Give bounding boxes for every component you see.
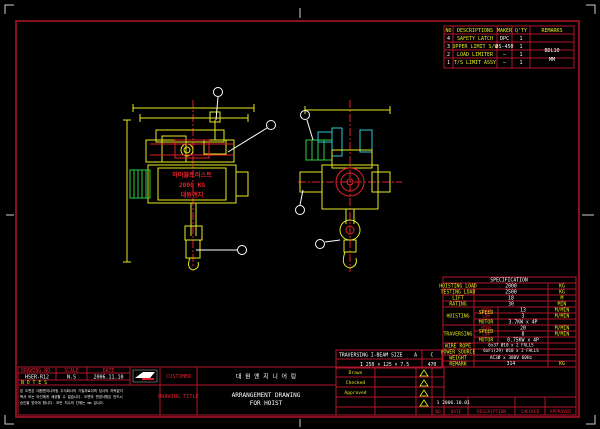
rev-date: 2006.10.01 bbox=[442, 400, 470, 406]
parts-row-remarks: MM bbox=[549, 57, 555, 63]
parts-header-remarks: REMARKS bbox=[541, 28, 562, 34]
spec-wire-rope-label: WIRE ROPE bbox=[445, 344, 471, 350]
parts-row-no: 1 bbox=[447, 60, 450, 66]
spec-weight-value: 314 bbox=[507, 361, 516, 367]
spec-row-unit: M bbox=[561, 296, 564, 302]
rev-header-date: DATE bbox=[451, 409, 462, 415]
spec-power-label: POWER SOURCE bbox=[441, 350, 476, 356]
spec-row-value: 2000 bbox=[505, 284, 517, 290]
spec-row-label: TESTING LOAD bbox=[441, 290, 476, 296]
rev-header-approved: APPROVED bbox=[550, 409, 572, 415]
company-logo bbox=[132, 369, 158, 383]
parts-row-maker: — bbox=[503, 52, 507, 58]
parts-list: NO DESCRIPTIONS MAKER Q'TY REMARKS 4 SAF… bbox=[443, 25, 575, 69]
hoist-label-line2: 2000 KG bbox=[179, 182, 205, 189]
rev-header-description: DESCRIPTION bbox=[477, 409, 506, 415]
note-line: 본 도면은 대원엔지니어링 주식회사의 기밀자료이며 당사의 허락없이 bbox=[20, 388, 123, 393]
hoist-label-line1: 하이블트러스트 bbox=[172, 171, 212, 179]
cad-drawing: NO DESCRIPTIONS MAKER Q'TY REMARKS 4 SAF… bbox=[4, 4, 596, 427]
parts-row-maker: DS-450 bbox=[495, 44, 513, 50]
spec-table: SPECIFICATION HOISTING LOAD 2000 KG TEST… bbox=[439, 276, 577, 368]
spec-hoisting-motor-value: 3.7KW x 4P bbox=[509, 320, 538, 326]
parts-header-qty: Q'TY bbox=[515, 28, 527, 34]
note-line: 승인을 받아야 합니다. 모든 치수의 단위는 mm 입니다. bbox=[20, 400, 105, 405]
date-label: DATE bbox=[103, 368, 115, 374]
spec-traversing-value: 8 bbox=[522, 332, 525, 338]
spec-traversing-group: TRAVERSING bbox=[444, 332, 473, 338]
parts-header-desc: DESCRIPTIONS bbox=[457, 28, 493, 34]
parts-row-maker: DPC bbox=[500, 36, 509, 42]
parts-row-remarks: BDL10 bbox=[544, 48, 559, 54]
traversing-note-text: TRAVERSING I-BEAM SIZE bbox=[339, 353, 403, 359]
hoist-side-view bbox=[295, 100, 402, 272]
traversing-note: TRAVERSING I-BEAM SIZE I 250 × 125 × 7.5… bbox=[335, 349, 443, 369]
spec-row-label: RATING bbox=[449, 302, 466, 308]
drawing-title-label: DRAWING TITLE bbox=[158, 394, 199, 400]
parts-row-no: 2 bbox=[447, 52, 450, 58]
traversing-note-dim1: A bbox=[414, 353, 417, 359]
spec-row-label: LIFT bbox=[452, 296, 464, 302]
parts-row-qty: 1 bbox=[519, 60, 522, 66]
title-line1: ARRANGEMENT DRAWING bbox=[232, 392, 301, 399]
drawing-no: HSER-R12 bbox=[25, 375, 49, 381]
company-name: 대 원 엔 지 니 어 링 bbox=[236, 373, 296, 381]
spec-hoisting-unit: M/MIN bbox=[555, 308, 570, 314]
approval-approved: Approved bbox=[344, 390, 366, 396]
parts-row-qty: 1 bbox=[519, 52, 522, 58]
scale: N.S bbox=[67, 375, 76, 381]
rev-header-no: NO bbox=[435, 409, 441, 415]
spec-traversing-unit: M/MIN bbox=[555, 332, 570, 338]
parts-row-desc: T/S LIMIT ASSY bbox=[454, 60, 496, 66]
parts-row-desc: LOAD LIMITER bbox=[457, 52, 494, 58]
date: 2006.11.10 bbox=[93, 375, 123, 381]
rev-no: 1 bbox=[437, 400, 440, 406]
hoist-label-line3: 대원엔지 bbox=[181, 191, 204, 199]
parts-row-qty: 1 bbox=[519, 44, 522, 50]
notes-title: N O T E S bbox=[21, 380, 47, 386]
spec-row-unit: KG bbox=[559, 284, 565, 290]
parts-header-no: NO bbox=[445, 28, 451, 34]
parts-row-desc: SAFETY LATCH bbox=[457, 36, 493, 42]
spec-wire-rope-line1: 6x37 Ø10 x 2 FALLS bbox=[488, 343, 534, 348]
spec-hoisting-value: 3 bbox=[522, 314, 525, 320]
approval-checked: Checked bbox=[346, 380, 366, 386]
note-line: 복사 또는 타인에게 제공할 수 없습니다. 도면의 변경사항은 반드시 bbox=[20, 394, 123, 399]
spec-wire-rope-line2: 6xFi(29) Ø10 x 2 FALLS bbox=[483, 348, 539, 353]
spec-title: SPECIFICATION bbox=[490, 278, 528, 284]
parts-row-qty: 1 bbox=[519, 36, 522, 42]
spec-row-label: HOISTING LOAD bbox=[439, 284, 477, 290]
spec-row-unit: MIN bbox=[558, 302, 567, 308]
spec-weight-label: WEIGHT bbox=[449, 356, 466, 362]
title-line2: FOR HOIST bbox=[250, 400, 283, 407]
parts-row-desc: UPPER LIMIT S/W bbox=[452, 44, 498, 50]
spec-row-unit: KG bbox=[559, 290, 565, 296]
drawing-no-label: DRAWING NO. bbox=[21, 368, 53, 374]
parts-row-no: 3 bbox=[447, 44, 450, 50]
spec-hoisting-value: 13 bbox=[520, 308, 526, 314]
spec-traversing-sub: HIGH bbox=[481, 326, 491, 331]
spec-traversing-sub: LOW bbox=[482, 332, 490, 337]
spec-hoisting-sub: LOW bbox=[482, 314, 490, 319]
spec-hoisting-unit: M/MIN bbox=[555, 314, 570, 320]
parts-header-maker: MAKER bbox=[497, 28, 513, 34]
spec-weight-unit: KG bbox=[559, 361, 565, 367]
title-block: DRAWING NO. SCALE DATE HSER-R12 N.S 2006… bbox=[17, 366, 577, 416]
scale-label: SCALE bbox=[64, 368, 79, 374]
revision-triangles bbox=[419, 369, 429, 407]
spec-traversing-value: 20 bbox=[520, 326, 526, 332]
parts-row-no: 4 bbox=[447, 36, 450, 42]
spec-row-value: 18 bbox=[508, 296, 514, 302]
spec-hoisting-group: HOISTING bbox=[446, 314, 469, 320]
spec-power-value: AC3Ø x 380V 60Hz bbox=[490, 354, 533, 361]
rev-header-checked: CHECKED bbox=[521, 409, 540, 415]
spec-row-value: 2500 bbox=[505, 290, 517, 296]
spec-hoisting-sub: HIGH bbox=[481, 308, 491, 313]
parts-row-maker: — bbox=[503, 60, 507, 66]
customer-label: CUSTOMER bbox=[166, 374, 192, 380]
traversing-note-dim2: C bbox=[431, 353, 434, 359]
spec-traversing-unit: M/MIN bbox=[555, 326, 570, 332]
approval-drawn: Drawn bbox=[349, 370, 363, 376]
spec-row-value: 30 bbox=[508, 302, 514, 308]
